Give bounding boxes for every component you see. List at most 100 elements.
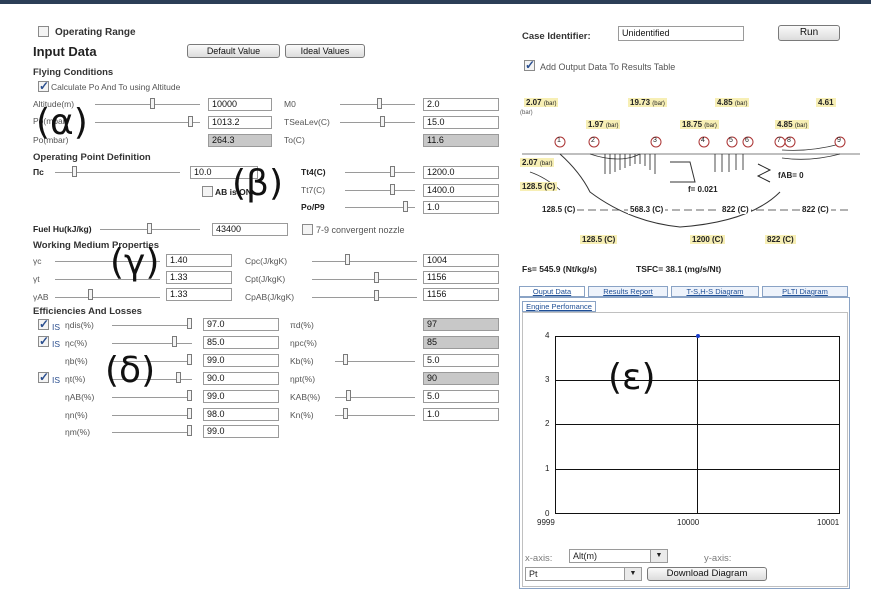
nb-label: ηb(%) (65, 356, 88, 366)
nn-input[interactable]: 98.0 (203, 408, 279, 421)
case-identifier-input[interactable]: Unidentified (618, 26, 744, 41)
ideal-values-button[interactable]: Ideal Values (285, 44, 365, 58)
m0-input[interactable]: 2.0 (423, 98, 499, 111)
nc-slider-track[interactable] (112, 343, 192, 344)
nozzle-checkbox[interactable] (302, 224, 313, 235)
flying-conditions-title: Flying Conditions (33, 67, 114, 78)
nn-label: ηn(%) (65, 410, 88, 420)
gamma-c-input[interactable]: 1.40 (166, 254, 232, 267)
po-input[interactable]: 1013.2 (208, 116, 272, 129)
ndis-input[interactable]: 97.0 (203, 318, 279, 331)
case-identifier-label: Case Identifier: (522, 31, 591, 42)
cpc-slider-thumb[interactable] (345, 254, 350, 265)
nm-slider-thumb[interactable] (187, 425, 192, 436)
run-button[interactable]: Run (778, 25, 840, 41)
station-8: 8 (787, 137, 791, 144)
tt4-slider-track[interactable] (345, 172, 415, 173)
ndis-slider-thumb[interactable] (187, 318, 192, 329)
cpt-input[interactable]: 1156 (423, 271, 499, 284)
ndis-is-checkbox[interactable] (38, 317, 49, 331)
nn-slider-thumb[interactable] (187, 408, 192, 419)
m0-label: M0 (284, 99, 296, 109)
tsealev-input[interactable]: 15.0 (423, 116, 499, 129)
fuel-input[interactable]: 43400 (212, 223, 288, 236)
altitude-slider-track[interactable] (95, 104, 200, 105)
fuel-slider-thumb[interactable] (147, 223, 152, 234)
tab-results-report[interactable]: Results Report (588, 286, 668, 297)
npc-label: ηpc(%) (290, 338, 317, 348)
cpc-input[interactable]: 1004 (423, 254, 499, 267)
nab-slider-track[interactable] (112, 397, 192, 398)
nb-slider-thumb[interactable] (187, 354, 192, 365)
plot-area (555, 334, 840, 514)
po-slider-track[interactable] (95, 122, 200, 123)
gamma-ab-slider-thumb[interactable] (88, 289, 93, 300)
tt7-slider-thumb[interactable] (390, 184, 395, 195)
cpc-slider-track[interactable] (312, 261, 417, 262)
kab-input[interactable]: 5.0 (423, 390, 499, 403)
kn-slider-thumb[interactable] (343, 408, 348, 419)
po-slider-thumb[interactable] (188, 116, 193, 127)
tab-ts-hs-diagram[interactable]: T-S,H-S Diagram (671, 286, 759, 297)
ab-on-checkbox[interactable] (202, 186, 213, 197)
nm-input[interactable]: 99.0 (203, 425, 279, 438)
altitude-input[interactable]: 10000 (208, 98, 272, 111)
cpab-slider-thumb[interactable] (374, 290, 379, 301)
pic-slider-thumb[interactable] (72, 166, 77, 177)
po-p9-slider-thumb[interactable] (403, 201, 408, 212)
fs-value: Fs= 545.9 (Nt/kg/s) (522, 264, 597, 274)
tab-output-data[interactable]: Ouput Data (519, 286, 585, 297)
kn-input[interactable]: 1.0 (423, 408, 499, 421)
nb-input[interactable]: 99.0 (203, 354, 279, 367)
nab-input[interactable]: 99.0 (203, 390, 279, 403)
add-output-checkbox[interactable] (524, 58, 535, 72)
nm-slider-track[interactable] (112, 432, 192, 433)
p-mid-1: 1.97 (bar) (586, 120, 621, 129)
cpab-slider-track[interactable] (312, 297, 417, 298)
download-diagram-button[interactable]: Download Diagram (647, 567, 767, 581)
calc-po-to-checkbox[interactable] (38, 79, 49, 93)
nn-slider-track[interactable] (112, 415, 192, 416)
p-mid-3: 4.85 (bar) (775, 120, 810, 129)
altitude-slider-thumb[interactable] (150, 98, 155, 109)
tt7-input[interactable]: 1400.0 (423, 184, 499, 197)
cpt-slider-track[interactable] (312, 279, 417, 280)
kb-slider-thumb[interactable] (343, 354, 348, 365)
gamma-ab-slider-track[interactable] (55, 297, 160, 298)
nc-slider-thumb[interactable] (172, 336, 177, 347)
x-tick-10000: 10000 (677, 518, 700, 527)
po-p9-input[interactable]: 1.0 (423, 201, 499, 214)
kab-slider-thumb[interactable] (346, 390, 351, 401)
ndis-slider-track[interactable] (112, 325, 192, 326)
gamma-t-input[interactable]: 1.33 (166, 271, 232, 284)
gamma-ab-input[interactable]: 1.33 (166, 288, 232, 301)
p-mid-2: 18.75 (bar) (680, 120, 719, 129)
y-axis-select[interactable]: Pt ▼ (525, 567, 642, 581)
nt-slider-thumb[interactable] (176, 372, 181, 383)
tt7-slider-track[interactable] (345, 190, 415, 191)
nc-is-checkbox[interactable] (38, 334, 49, 348)
default-value-button[interactable]: Default Value (187, 44, 280, 58)
fab-value: fAB= 0 (778, 171, 804, 180)
nt-is-checkbox[interactable] (38, 370, 49, 384)
operating-range-checkbox[interactable] (38, 26, 49, 37)
gamma-ab-label: γAB (33, 292, 49, 302)
cpab-input[interactable]: 1156 (423, 288, 499, 301)
tab-plti-diagram[interactable]: PLTI Diagram (762, 286, 848, 297)
kb-input[interactable]: 5.0 (423, 354, 499, 367)
tt4-slider-thumb[interactable] (390, 166, 395, 177)
nt-input[interactable]: 90.0 (203, 372, 279, 385)
x-axis-select[interactable]: Alt(m) ▼ (569, 549, 668, 563)
cpt-slider-thumb[interactable] (374, 272, 379, 283)
nab-slider-thumb[interactable] (187, 390, 192, 401)
nc-input[interactable]: 85.0 (203, 336, 279, 349)
y-tick-0: 0 (545, 509, 550, 518)
x-tick-10001: 10001 (817, 518, 840, 527)
gamma-c-label: γc (33, 256, 42, 266)
m0-slider-thumb[interactable] (377, 98, 382, 109)
t-row-4: 822 (C) (800, 205, 831, 214)
tsealev-slider-track[interactable] (340, 122, 415, 123)
tsealev-slider-thumb[interactable] (380, 116, 385, 127)
tt4-input[interactable]: 1200.0 (423, 166, 499, 179)
subtab-engine-performance[interactable]: Engine Perfomance (522, 301, 596, 312)
